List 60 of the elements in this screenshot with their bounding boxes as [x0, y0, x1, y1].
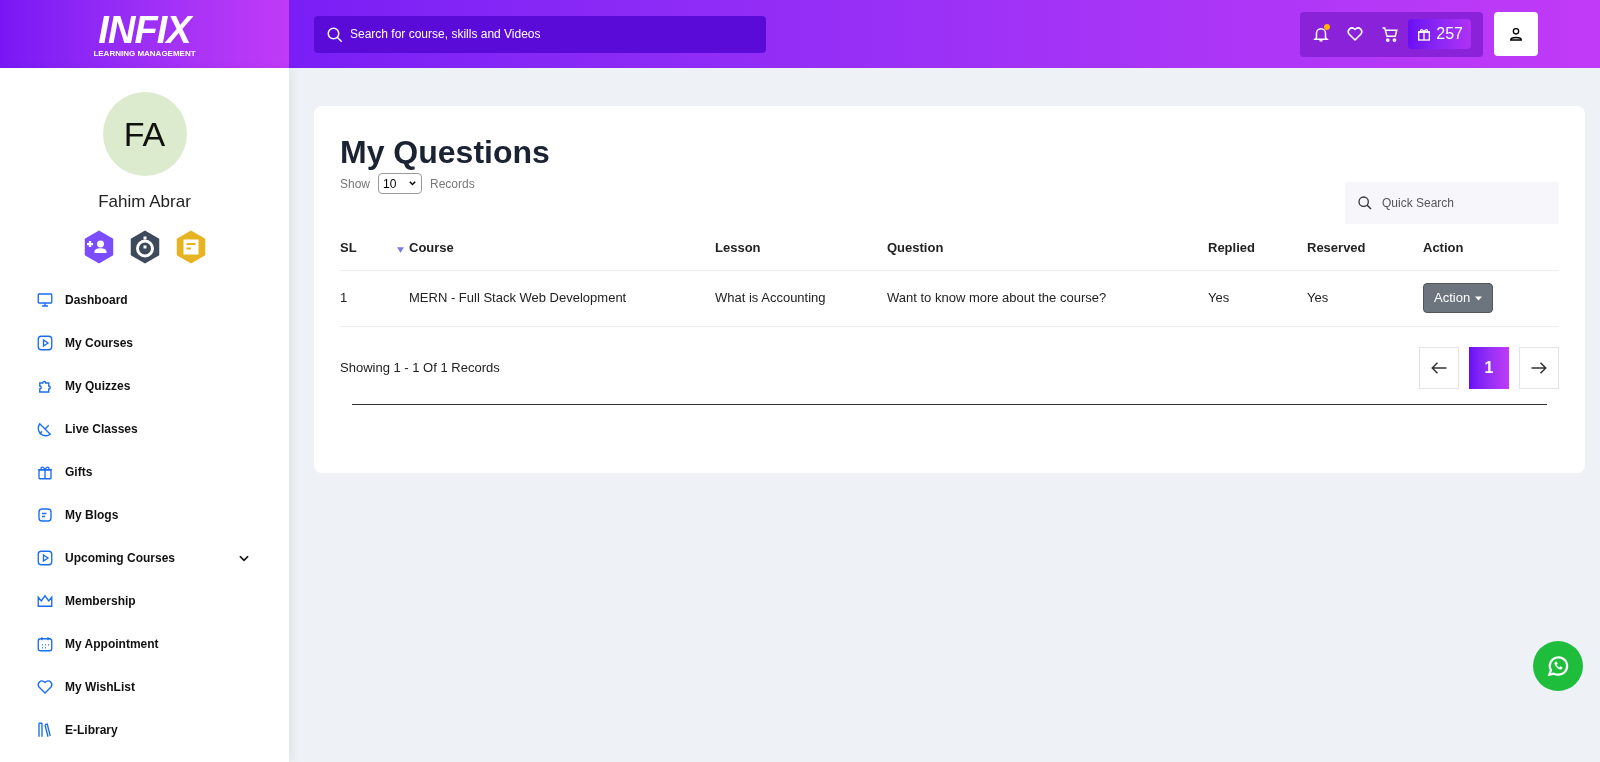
monitor-icon [36, 291, 54, 309]
previous-page-button[interactable] [1419, 346, 1459, 389]
show-label: Show [340, 175, 371, 193]
points-button[interactable]: 257 [1408, 19, 1471, 49]
user-name: Fahim Abrar [98, 191, 191, 213]
page-button[interactable]: 1 [1469, 346, 1509, 389]
sidebar-item[interactable]: Gifts [36, 450, 289, 494]
play-icon [36, 549, 54, 567]
sidebar-item[interactable]: Upcoming Courses [36, 536, 289, 580]
column-header: Course [409, 239, 454, 257]
heart-icon[interactable] [1346, 25, 1365, 43]
sidebar-item[interactable]: My Courses [36, 321, 289, 365]
column-header: SL [340, 226, 397, 270]
calendar-icon [36, 635, 54, 653]
sidebar-item[interactable]: Live Classes [36, 407, 289, 451]
caret-icon [1475, 295, 1483, 301]
heart-icon [36, 678, 54, 696]
column-header: Lesson [715, 226, 887, 270]
sort-icon[interactable] [397, 247, 404, 254]
column-header: Question [887, 226, 1208, 270]
column-header: Replied [1208, 226, 1307, 270]
search-input[interactable]: Search for course, skills and Videos [314, 15, 766, 53]
chat-icon [1545, 653, 1571, 679]
quick-search-field[interactable]: Quick Search [1345, 182, 1559, 224]
user-button[interactable] [1494, 12, 1538, 56]
crown-icon [36, 592, 54, 610]
action-dropdown-button[interactable]: Action [1423, 283, 1494, 313]
sidebar-item[interactable]: My Blogs [36, 493, 289, 537]
column-header: Reserved [1307, 226, 1423, 270]
sidebar-item[interactable]: Membership [36, 579, 289, 623]
records-label: Records [430, 175, 475, 193]
page-size-select[interactable]: 10 [378, 173, 423, 194]
table-cell: Want to know more about the course? [887, 290, 1107, 306]
chevron-down-icon [408, 179, 418, 188]
sidebar-item[interactable]: E-Library [36, 708, 289, 752]
sidebar-item[interactable]: Dashboard [36, 278, 289, 322]
arrow-icon [1430, 360, 1448, 375]
sidebar-item[interactable]: My Quizzes [36, 364, 289, 408]
books-icon [36, 721, 54, 739]
satellite-dish-icon [36, 420, 54, 438]
search-icon [326, 25, 344, 44]
next-page-button[interactable] [1519, 346, 1559, 389]
records-summary: Showing 1 - 1 Of 1 Records [340, 358, 500, 377]
table-cell: 1 [340, 290, 348, 306]
sidebar-item[interactable]: My WishList [36, 665, 289, 709]
note-icon [36, 506, 54, 524]
table-cell: Yes [1208, 290, 1230, 306]
search-icon [1357, 195, 1373, 211]
gift-icon [1416, 26, 1433, 42]
table-cell: MERN - Full Stack Web Development [409, 290, 627, 306]
user-icon [1508, 26, 1524, 42]
column-header: Action [1423, 226, 1559, 270]
sidebar-item[interactable]: My Appointment [36, 622, 289, 666]
avatar: FA [102, 92, 187, 176]
arrow-icon [1530, 360, 1548, 375]
page-title: My Questions [340, 133, 551, 172]
bell-icon[interactable] [1312, 25, 1331, 43]
play-icon [36, 334, 54, 352]
table-cell: What is Accounting [715, 290, 826, 306]
table-cell: Yes [1307, 290, 1329, 306]
